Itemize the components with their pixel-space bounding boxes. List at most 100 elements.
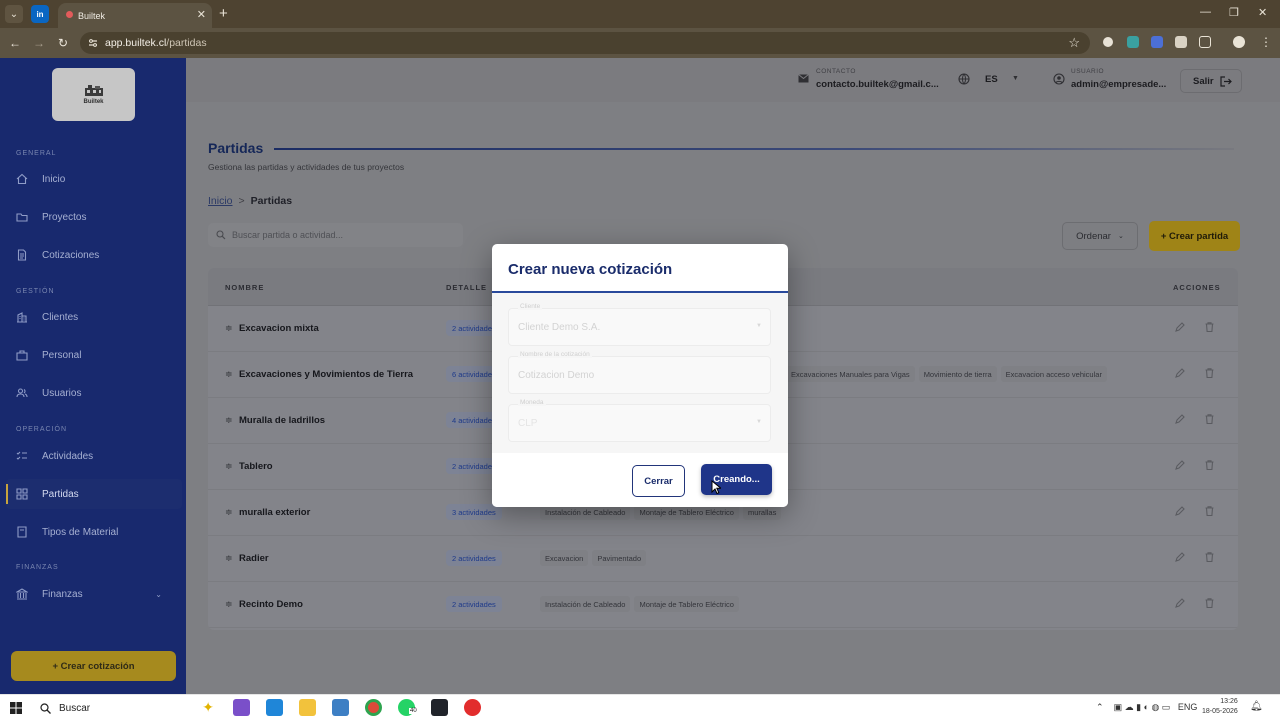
breadcrumb-home-link[interactable]: Inicio [208,195,233,207]
language-selector[interactable]: ES [985,74,998,85]
sidebar-item-label: Partidas [42,488,79,500]
extension-icon[interactable] [1127,36,1139,48]
trash-icon[interactable] [1205,460,1214,470]
trash-icon[interactable] [1205,322,1214,332]
visual-studio-icon[interactable] [233,699,250,716]
layers-icon: ≑ [225,461,233,471]
search-placeholder: Buscar partida o actividad... [232,230,344,240]
nombre-cotizacion-field[interactable]: Nombre de la cotización Cotizacion Demo [508,351,771,394]
extension-icon[interactable] [1175,36,1187,48]
chevron-up-icon[interactable]: ⌃ [1096,702,1104,712]
activity-tag: Excavaciones Manuales para Vigas [786,366,915,382]
edit-icon[interactable] [1175,598,1185,608]
bookmark-star-icon[interactable]: ☆ [1068,35,1080,51]
trash-icon[interactable] [1205,598,1214,608]
profile-avatar-icon[interactable] [1233,36,1245,48]
breadcrumb-current: Partidas [250,195,293,207]
user-email[interactable]: admin@empresade... [1071,79,1166,90]
create-quote-button[interactable]: + Crear cotización [11,651,176,681]
reload-icon[interactable]: ↻ [58,36,68,50]
app-viewport: Builtek GENERAL Inicio Proyectos Cotizac… [0,58,1280,694]
contact-email[interactable]: contacto.builtek@gmail.c... [816,79,939,90]
sidebar-item-label: Finanzas [42,588,83,600]
moneda-select[interactable]: Moneda CLP ▼ [508,399,771,442]
terminal-icon[interactable] [431,699,448,716]
trash-icon[interactable] [1205,552,1214,562]
table-row[interactable]: ≑ Radier 2 actividades Excavacion Pavimentad… [208,536,1238,582]
edit-icon[interactable] [1175,552,1185,562]
file-explorer-icon[interactable] [299,699,316,716]
close-tab-icon[interactable]: ✕ [197,8,206,21]
sidebar-item-personal[interactable]: Personal [16,340,180,370]
browser-menu-icon[interactable]: ⋮ [1260,35,1272,49]
browser-tab-builtek[interactable]: Builtek ✕ [58,3,212,28]
section-finanzas-label: FINANZAS [16,564,59,571]
sidebar-item-tipos-material[interactable]: Tipos de Material [16,517,180,547]
sidebar-item-partidas[interactable]: Partidas [6,479,182,509]
system-tray[interactable]: ⌃ ▣ ☁ ▮ ◐ ◍ ▭ ENG [1096,702,1197,713]
edit-icon[interactable] [1175,322,1185,332]
sidebar-item-usuarios[interactable]: Usuarios [16,378,180,408]
edit-icon[interactable] [1175,506,1185,516]
sidebar-item-clientes[interactable]: Clientes [16,302,180,332]
taskbar-search[interactable]: Buscar ✦ [32,698,220,718]
logo[interactable]: Builtek [52,68,135,121]
chrome-icon[interactable] [365,699,382,716]
activity-tag: Excavacion [540,550,589,566]
activities-count-badge[interactable]: 2 actividades [446,596,502,612]
tray-icons[interactable]: ▣ ☁ ▮ ◐ ◍ ▭ [1114,702,1171,712]
new-tab-plus-icon[interactable]: + [219,5,228,22]
keyboard-language[interactable]: ENG [1178,702,1198,712]
building-icon [17,312,27,323]
row-name: Excavacion mixta [239,323,319,334]
edit-icon[interactable] [1175,414,1185,424]
sidebar-item-inicio[interactable]: Inicio [16,164,180,194]
forward-arrow-icon[interactable]: → [33,36,45,50]
address-bar[interactable]: app.builtek.cl/partidas ☆ [80,32,1090,54]
back-arrow-icon[interactable]: ← [9,36,21,50]
site-settings-icon[interactable] [88,38,98,48]
chevron-down-icon[interactable]: ▼ [1012,75,1019,82]
document-icon [17,249,27,261]
sidebar-item-finanzas[interactable]: Finanzas ⌄ [16,579,180,609]
minimize-icon[interactable]: — [1200,6,1211,18]
extensions-puzzle-icon[interactable] [1199,36,1211,48]
sidebar-item-actividades[interactable]: Actividades [16,441,180,471]
trash-icon[interactable] [1205,414,1214,424]
browser-toolbar: ← → ↻ app.builtek.cl/partidas ☆ [0,28,1280,58]
row-name: Recinto Demo [239,599,303,610]
sidebar-item-cotizaciones[interactable]: Cotizaciones [16,240,180,270]
activity-tags: Excavaciones Manuales para Vigas Movimien… [786,366,1107,382]
row-name: Muralla de ladrillos [239,415,326,426]
vscode-icon[interactable] [266,699,283,716]
nombre-cotizacion-label: Nombre de la cotización [518,351,592,358]
tab-search-chevron-icon[interactable]: ⌄ [5,5,23,23]
sidebar-item-proyectos[interactable]: Proyectos [16,202,180,232]
logout-button[interactable]: Salir [1180,69,1242,93]
close-button[interactable]: Cerrar [632,465,685,497]
trash-icon[interactable] [1205,506,1214,516]
clock[interactable]: 13:26 18-05-2026 [1202,697,1238,717]
table-row[interactable]: ≑ Recinto Demo 2 actividades Instalación de… [208,582,1238,628]
trash-icon[interactable] [1205,368,1214,378]
app-icon[interactable] [332,699,349,716]
linkedin-tab-icon[interactable]: in [31,5,49,23]
activities-count-badge[interactable]: 2 actividades [446,550,502,566]
cliente-select[interactable]: Cliente Cliente Demo S.A. ▼ [508,303,771,346]
clock-date: 18-05-2026 [1202,708,1238,715]
edit-icon[interactable] [1175,460,1185,470]
modal-body: Cliente Cliente Demo S.A. ▼ Nombre de la… [492,293,788,453]
extension-icon[interactable] [1103,37,1113,47]
search-input[interactable]: Buscar partida o actividad... [208,223,463,247]
restore-icon[interactable]: ❐ [1229,6,1239,19]
extension-icon[interactable] [1151,36,1163,48]
edit-icon[interactable] [1175,368,1185,378]
sort-dropdown[interactable]: Ordenar ⌄ [1062,222,1138,250]
notifications-icon[interactable]: 🔔︎ [1250,701,1263,712]
box-icon [17,526,27,538]
window-close-icon[interactable]: ✕ [1258,6,1267,19]
create-partida-button[interactable]: + Crear partida [1149,221,1240,251]
chevron-down-icon: ⌄ [1117,233,1124,240]
app-icon[interactable] [464,699,481,716]
windows-start-icon[interactable] [10,702,22,714]
